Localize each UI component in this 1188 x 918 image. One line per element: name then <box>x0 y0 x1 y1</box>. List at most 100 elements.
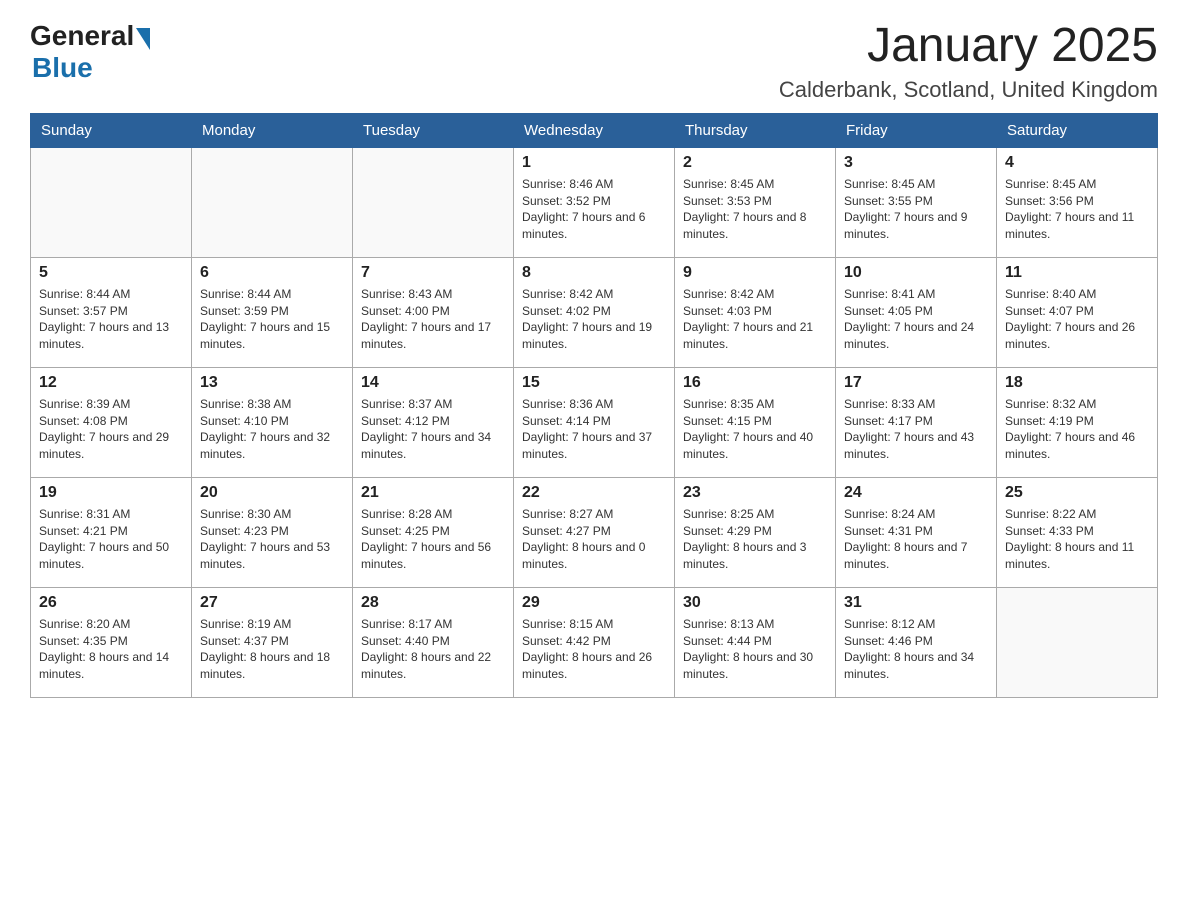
calendar-cell: 7 Sunrise: 8:43 AM Sunset: 4:00 PM Daylig… <box>353 257 514 367</box>
logo-blue-text: Blue <box>32 52 150 84</box>
day-number: 2 <box>683 154 827 172</box>
day-info: Sunrise: 8:24 AM Sunset: 4:31 PM Dayligh… <box>844 506 988 573</box>
calendar-cell: 19 Sunrise: 8:31 AM Sunset: 4:21 PM Dayli… <box>31 477 192 587</box>
logo-triangle-icon <box>136 28 150 50</box>
day-info: Sunrise: 8:45 AM Sunset: 3:56 PM Dayligh… <box>1005 176 1149 243</box>
day-number: 23 <box>683 484 827 502</box>
calendar-week-row: 26Sunrise: 8:20 AM Sunset: 4:35 PM Dayli… <box>31 587 1158 697</box>
day-number: 20 <box>200 484 344 502</box>
day-info: Sunrise: 8:40 AM Sunset: 4:07 PM Dayligh… <box>1005 286 1149 353</box>
day-info: Sunrise: 8:37 AM Sunset: 4:12 PM Dayligh… <box>361 396 505 463</box>
day-number: 7 <box>361 264 505 282</box>
col-friday: Friday <box>836 113 997 147</box>
calendar-cell: 22 Sunrise: 8:27 AM Sunset: 4:27 PM Dayli… <box>514 477 675 587</box>
calendar-cell: 1 Sunrise: 8:46 AM Sunset: 3:52 PM Daylig… <box>514 147 675 257</box>
calendar-cell: 5 Sunrise: 8:44 AM Sunset: 3:57 PM Daylig… <box>31 257 192 367</box>
day-number: 16 <box>683 374 827 392</box>
calendar-cell: 3Sunrise: 8:45 AM Sunset: 3:55 PM Daylig… <box>836 147 997 257</box>
day-number: 30 <box>683 594 827 612</box>
calendar-cell: 11 Sunrise: 8:40 AM Sunset: 4:07 PM Dayli… <box>997 257 1158 367</box>
day-number: 6 <box>200 264 344 282</box>
page-header: General Blue January 2025 Calderbank, Sc… <box>30 20 1158 103</box>
calendar-cell: 27Sunrise: 8:19 AM Sunset: 4:37 PM Dayli… <box>192 587 353 697</box>
calendar-week-row: 5 Sunrise: 8:44 AM Sunset: 3:57 PM Daylig… <box>31 257 1158 367</box>
day-number: 11 <box>1005 264 1149 282</box>
day-number: 14 <box>361 374 505 392</box>
day-number: 19 <box>39 484 183 502</box>
calendar-cell <box>353 147 514 257</box>
title-area: January 2025 Calderbank, Scotland, Unite… <box>779 20 1158 103</box>
calendar-body: 1 Sunrise: 8:46 AM Sunset: 3:52 PM Daylig… <box>31 147 1158 697</box>
calendar-cell: 10Sunrise: 8:41 AM Sunset: 4:05 PM Dayli… <box>836 257 997 367</box>
day-info: Sunrise: 8:43 AM Sunset: 4:00 PM Dayligh… <box>361 286 505 353</box>
calendar-cell: 18Sunrise: 8:32 AM Sunset: 4:19 PM Dayli… <box>997 367 1158 477</box>
col-monday: Monday <box>192 113 353 147</box>
calendar-cell: 28Sunrise: 8:17 AM Sunset: 4:40 PM Dayli… <box>353 587 514 697</box>
calendar-cell: 21 Sunrise: 8:28 AM Sunset: 4:25 PM Dayli… <box>353 477 514 587</box>
calendar-cell: 15Sunrise: 8:36 AM Sunset: 4:14 PM Dayli… <box>514 367 675 477</box>
day-info: Sunrise: 8:44 AM Sunset: 3:57 PM Dayligh… <box>39 286 183 353</box>
day-info: Sunrise: 8:32 AM Sunset: 4:19 PM Dayligh… <box>1005 396 1149 463</box>
calendar-cell: 26Sunrise: 8:20 AM Sunset: 4:35 PM Dayli… <box>31 587 192 697</box>
day-number: 3 <box>844 154 988 172</box>
day-number: 8 <box>522 264 666 282</box>
calendar-header: Sunday Monday Tuesday Wednesday Thursday… <box>31 113 1158 147</box>
day-number: 22 <box>522 484 666 502</box>
day-number: 26 <box>39 594 183 612</box>
col-wednesday: Wednesday <box>514 113 675 147</box>
day-info: Sunrise: 8:41 AM Sunset: 4:05 PM Dayligh… <box>844 286 988 353</box>
calendar-cell: 20Sunrise: 8:30 AM Sunset: 4:23 PM Dayli… <box>192 477 353 587</box>
calendar-cell <box>31 147 192 257</box>
day-number: 12 <box>39 374 183 392</box>
day-info: Sunrise: 8:22 AM Sunset: 4:33 PM Dayligh… <box>1005 506 1149 573</box>
calendar-week-row: 19 Sunrise: 8:31 AM Sunset: 4:21 PM Dayli… <box>31 477 1158 587</box>
day-info: Sunrise: 8:46 AM Sunset: 3:52 PM Dayligh… <box>522 176 666 243</box>
day-number: 1 <box>522 154 666 172</box>
calendar-cell: 24 Sunrise: 8:24 AM Sunset: 4:31 PM Dayli… <box>836 477 997 587</box>
calendar-cell: 14 Sunrise: 8:37 AM Sunset: 4:12 PM Dayli… <box>353 367 514 477</box>
day-info: Sunrise: 8:45 AM Sunset: 3:53 PM Dayligh… <box>683 176 827 243</box>
calendar-cell: 12 Sunrise: 8:39 AM Sunset: 4:08 PM Dayli… <box>31 367 192 477</box>
calendar-cell: 9Sunrise: 8:42 AM Sunset: 4:03 PM Daylig… <box>675 257 836 367</box>
calendar-cell: 23 Sunrise: 8:25 AM Sunset: 4:29 PM Dayli… <box>675 477 836 587</box>
day-info: Sunrise: 8:44 AM Sunset: 3:59 PM Dayligh… <box>200 286 344 353</box>
calendar-cell: 16 Sunrise: 8:35 AM Sunset: 4:15 PM Dayli… <box>675 367 836 477</box>
day-number: 28 <box>361 594 505 612</box>
day-number: 21 <box>361 484 505 502</box>
calendar-cell: 30Sunrise: 8:13 AM Sunset: 4:44 PM Dayli… <box>675 587 836 697</box>
col-tuesday: Tuesday <box>353 113 514 147</box>
day-info: Sunrise: 8:33 AM Sunset: 4:17 PM Dayligh… <box>844 396 988 463</box>
calendar-cell: 6 Sunrise: 8:44 AM Sunset: 3:59 PM Daylig… <box>192 257 353 367</box>
calendar-table: Sunday Monday Tuesday Wednesday Thursday… <box>30 113 1158 698</box>
calendar-cell: 4 Sunrise: 8:45 AM Sunset: 3:56 PM Daylig… <box>997 147 1158 257</box>
calendar-cell <box>192 147 353 257</box>
col-saturday: Saturday <box>997 113 1158 147</box>
day-number: 31 <box>844 594 988 612</box>
calendar-cell <box>997 587 1158 697</box>
day-number: 29 <box>522 594 666 612</box>
calendar-cell: 31 Sunrise: 8:12 AM Sunset: 4:46 PM Dayli… <box>836 587 997 697</box>
day-info: Sunrise: 8:27 AM Sunset: 4:27 PM Dayligh… <box>522 506 666 573</box>
calendar-cell: 25 Sunrise: 8:22 AM Sunset: 4:33 PM Dayli… <box>997 477 1158 587</box>
day-number: 15 <box>522 374 666 392</box>
calendar-subtitle: Calderbank, Scotland, United Kingdom <box>779 77 1158 103</box>
day-number: 17 <box>844 374 988 392</box>
calendar-cell: 2 Sunrise: 8:45 AM Sunset: 3:53 PM Daylig… <box>675 147 836 257</box>
day-info: Sunrise: 8:28 AM Sunset: 4:25 PM Dayligh… <box>361 506 505 573</box>
calendar-cell: 17 Sunrise: 8:33 AM Sunset: 4:17 PM Dayli… <box>836 367 997 477</box>
day-number: 25 <box>1005 484 1149 502</box>
day-number: 5 <box>39 264 183 282</box>
day-number: 24 <box>844 484 988 502</box>
col-sunday: Sunday <box>31 113 192 147</box>
day-info: Sunrise: 8:25 AM Sunset: 4:29 PM Dayligh… <box>683 506 827 573</box>
day-info: Sunrise: 8:39 AM Sunset: 4:08 PM Dayligh… <box>39 396 183 463</box>
day-number: 4 <box>1005 154 1149 172</box>
day-info: Sunrise: 8:35 AM Sunset: 4:15 PM Dayligh… <box>683 396 827 463</box>
day-info: Sunrise: 8:12 AM Sunset: 4:46 PM Dayligh… <box>844 616 988 683</box>
day-info: Sunrise: 8:19 AM Sunset: 4:37 PM Dayligh… <box>200 616 344 683</box>
day-info: Sunrise: 8:31 AM Sunset: 4:21 PM Dayligh… <box>39 506 183 573</box>
day-info: Sunrise: 8:42 AM Sunset: 4:02 PM Dayligh… <box>522 286 666 353</box>
header-row: Sunday Monday Tuesday Wednesday Thursday… <box>31 113 1158 147</box>
calendar-week-row: 1 Sunrise: 8:46 AM Sunset: 3:52 PM Daylig… <box>31 147 1158 257</box>
calendar-cell: 8 Sunrise: 8:42 AM Sunset: 4:02 PM Daylig… <box>514 257 675 367</box>
